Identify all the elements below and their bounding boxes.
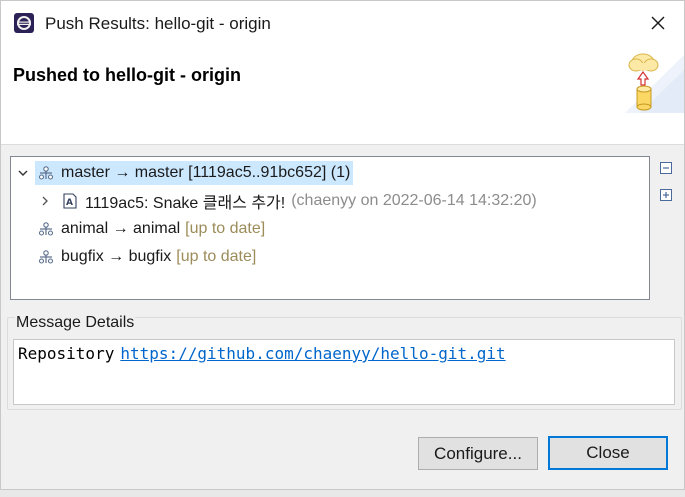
- banner-title: Pushed to hello-git - origin: [13, 65, 241, 85]
- commit-meta: (chaenyy on 2022-06-14 14:32:20): [291, 192, 537, 209]
- close-window-button[interactable]: [643, 9, 673, 37]
- close-icon: [651, 16, 665, 30]
- push-results-tree[interactable]: master → master [1119ac5..91bc652] (1) A…: [10, 156, 650, 300]
- repository-link[interactable]: https://github.com/chaenyy/hello-git.git: [120, 344, 505, 363]
- chevron-down-icon: [18, 170, 28, 176]
- tree-row-bugfix[interactable]: bugfix → bugfix [up to date]: [15, 244, 259, 270]
- background-window-edge: [0, 489, 685, 497]
- window-title: Push Results: hello-git - origin: [45, 14, 271, 33]
- tree-row-label: bugfix → bugfix: [61, 248, 172, 265]
- collapse-all-icon[interactable]: [659, 161, 673, 175]
- chevron-right-icon: [42, 196, 48, 206]
- svg-text:A: A: [66, 198, 73, 208]
- commit-icon: A: [63, 193, 77, 209]
- message-details-label: Message Details: [15, 314, 136, 332]
- tree-row-label: master → master [1119ac5..91bc652] (1): [61, 164, 351, 181]
- branch-ref-icon: [38, 222, 54, 236]
- tree-row-master[interactable]: master → master [1119ac5..91bc652] (1): [15, 160, 354, 186]
- commit-label: 1119ac5: Snake 클래스 추가!: [85, 195, 286, 212]
- up-to-date-status: [up to date]: [185, 220, 266, 237]
- push-results-dialog: Push Results: hello-git - origin Pushed …: [0, 0, 685, 497]
- close-button[interactable]: Close: [548, 436, 668, 470]
- wizard-banner: Pushed to hello-git - origin: [1, 45, 684, 145]
- message-details-text[interactable]: Repository https://github.com/chaenyy/hel…: [13, 339, 675, 405]
- eclipse-app-icon: [14, 13, 34, 33]
- tree-row-label: animal → animal: [61, 220, 181, 237]
- tree-toolbar: [659, 161, 673, 215]
- tree-row-commit[interactable]: A 1119ac5: Snake 클래스 추가! (chaenyy on 202…: [15, 188, 540, 214]
- configure-button[interactable]: Configure...: [418, 437, 538, 470]
- repository-prefix: Repository: [18, 344, 115, 363]
- expand-toggle[interactable]: [39, 195, 51, 207]
- expand-toggle[interactable]: [17, 167, 29, 179]
- up-to-date-status: [up to date]: [176, 248, 257, 265]
- tree-row-animal[interactable]: animal → animal [up to date]: [15, 216, 268, 242]
- branch-ref-icon: [38, 250, 54, 264]
- push-to-repository-icon: [625, 53, 684, 113]
- title-bar[interactable]: Push Results: hello-git - origin: [1, 1, 684, 45]
- expand-all-icon[interactable]: [659, 188, 673, 202]
- branch-ref-icon: [38, 166, 54, 180]
